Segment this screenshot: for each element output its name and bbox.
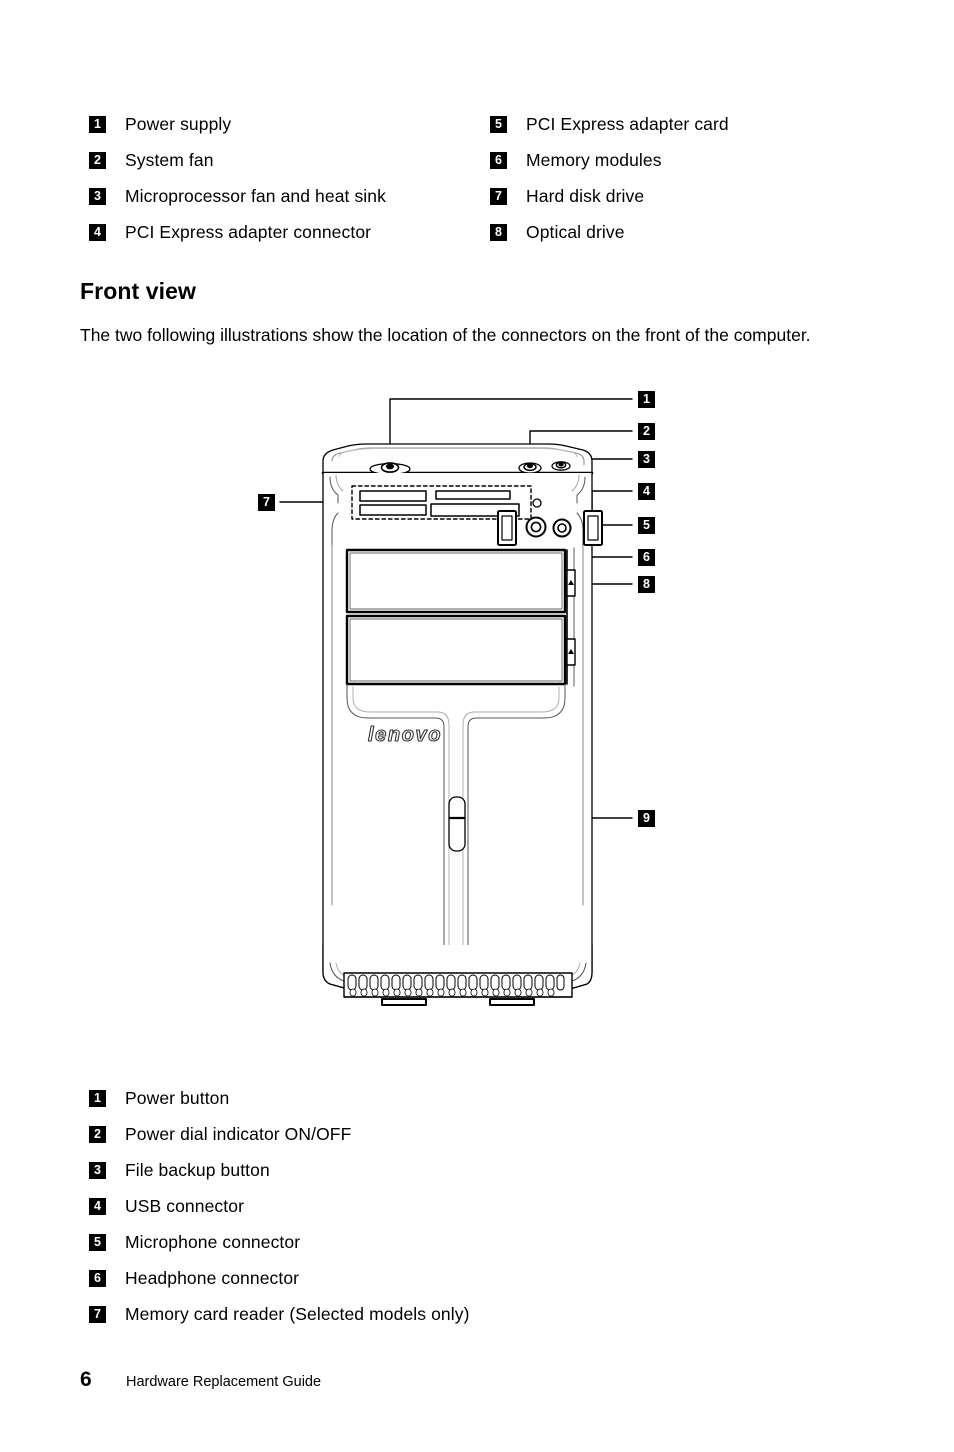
legend-item: 4 USB connector bbox=[89, 1188, 789, 1224]
usb-connector-left bbox=[497, 510, 517, 546]
callout-badge-2: 2 bbox=[638, 423, 655, 440]
callout-badge-8: 8 bbox=[638, 576, 655, 593]
page-footer: 6 Hardware Replacement Guide bbox=[80, 1368, 321, 1392]
callout-badge: 8 bbox=[490, 223, 507, 241]
legend-item: 5 Microphone connector bbox=[89, 1224, 789, 1260]
section-paragraph: The two following illustrations show the… bbox=[80, 325, 811, 345]
legend-item-label: PCI Express adapter card bbox=[526, 113, 729, 134]
callout-badge: 4 bbox=[89, 223, 106, 241]
svg-text:lenovo: lenovo bbox=[368, 724, 442, 746]
legend-item-label: Microphone connector bbox=[125, 1231, 301, 1252]
legend-item-label: File backup button bbox=[125, 1159, 270, 1180]
footer-page-number: 6 bbox=[80, 1368, 92, 1391]
legend-item: 5 PCI Express adapter card bbox=[490, 106, 879, 142]
callout-badge: 1 bbox=[89, 1089, 106, 1107]
front-panel-latch bbox=[448, 796, 466, 852]
usb-connector-right bbox=[583, 510, 603, 546]
optical-drive-bay bbox=[345, 548, 567, 614]
legend-item-label: Optical drive bbox=[526, 221, 625, 242]
legend-item: 6 Headphone connector bbox=[89, 1260, 789, 1296]
callout-badge: 2 bbox=[89, 151, 106, 169]
callout-badge: 4 bbox=[89, 1197, 106, 1215]
lower-drive-bay bbox=[345, 614, 567, 686]
callout-badge: 7 bbox=[490, 187, 507, 205]
microphone-connector bbox=[525, 516, 547, 538]
document-page: 1 Power supply 2 System fan 3 Microproce… bbox=[0, 0, 954, 1452]
legend-item: 2 System fan bbox=[89, 142, 478, 178]
legend-item-label: System fan bbox=[125, 149, 214, 170]
legend-item-label: Power dial indicator ON/OFF bbox=[125, 1123, 352, 1144]
callout-badge-6: 6 bbox=[638, 549, 655, 566]
top-legend-right-column: 5 PCI Express adapter card 6 Memory modu… bbox=[478, 106, 879, 250]
computer-tower-drawing: lenovo bbox=[279, 398, 633, 1006]
callout-badge: 1 bbox=[89, 115, 106, 133]
callout-badge-9: 9 bbox=[638, 810, 655, 827]
legend-item: 1 Power supply bbox=[89, 106, 478, 142]
callout-badge-3: 3 bbox=[638, 451, 655, 468]
legend-item: 3 Microprocessor fan and heat sink bbox=[89, 178, 478, 214]
legend-item: 8 Optical drive bbox=[490, 214, 879, 250]
legend-item: 1 Power button bbox=[89, 1080, 789, 1116]
callout-badge: 3 bbox=[89, 1161, 106, 1179]
legend-item: 6 Memory modules bbox=[490, 142, 879, 178]
file-backup-button bbox=[551, 461, 571, 471]
tower-base bbox=[322, 944, 593, 1006]
callout-badge: 2 bbox=[89, 1125, 106, 1143]
legend-item: 3 File backup button bbox=[89, 1152, 789, 1188]
legend-item-label: Headphone connector bbox=[125, 1267, 300, 1288]
legend-item: 4 PCI Express adapter connector bbox=[89, 214, 478, 250]
legend-item-label: USB connector bbox=[125, 1195, 244, 1216]
legend-item: 2 Power dial indicator ON/OFF bbox=[89, 1116, 789, 1152]
top-legend-list: 1 Power supply 2 System fan 3 Microproce… bbox=[89, 106, 879, 250]
callout-badge: 6 bbox=[89, 1269, 106, 1287]
callout-badge: 5 bbox=[89, 1233, 106, 1251]
lenovo-logo: lenovo bbox=[367, 723, 442, 746]
callout-badge: 3 bbox=[89, 187, 106, 205]
bottom-legend-list: 1 Power button 2 Power dial indicator ON… bbox=[89, 1080, 789, 1332]
legend-item-label: Memory modules bbox=[526, 149, 662, 170]
legend-item-label: Power supply bbox=[125, 113, 232, 134]
legend-item-label: PCI Express adapter connector bbox=[125, 221, 372, 242]
callout-badge: 5 bbox=[490, 115, 507, 133]
power-dial-indicator bbox=[518, 462, 542, 474]
legend-item: 7 Hard disk drive bbox=[490, 178, 879, 214]
tower-top-cover bbox=[321, 443, 594, 475]
headphone-connector bbox=[552, 518, 572, 538]
footer-title: Hardware Replacement Guide bbox=[126, 1374, 322, 1390]
section-heading: Front view bbox=[80, 278, 197, 304]
top-legend-left-column: 1 Power supply 2 System fan 3 Microproce… bbox=[89, 106, 478, 250]
power-button bbox=[369, 462, 411, 476]
callout-badge-4: 4 bbox=[638, 483, 655, 500]
callout-badge-5: 5 bbox=[638, 517, 655, 534]
callout-badge: 6 bbox=[490, 151, 507, 169]
front-view-illustration: lenovo 1 2 3 4 5 6 7 8 9 bbox=[240, 385, 680, 1060]
callout-badge-1: 1 bbox=[638, 391, 655, 408]
callout-badge-7: 7 bbox=[258, 494, 275, 511]
callout-badge: 7 bbox=[89, 1305, 106, 1323]
legend-item-label: Hard disk drive bbox=[526, 185, 645, 206]
legend-item: 7 Memory card reader (Selected models on… bbox=[89, 1296, 789, 1332]
legend-item-label: Power button bbox=[125, 1087, 230, 1108]
legend-item-label: Microprocessor fan and heat sink bbox=[125, 185, 386, 206]
legend-item-label: Memory card reader (Selected models only… bbox=[125, 1303, 470, 1324]
